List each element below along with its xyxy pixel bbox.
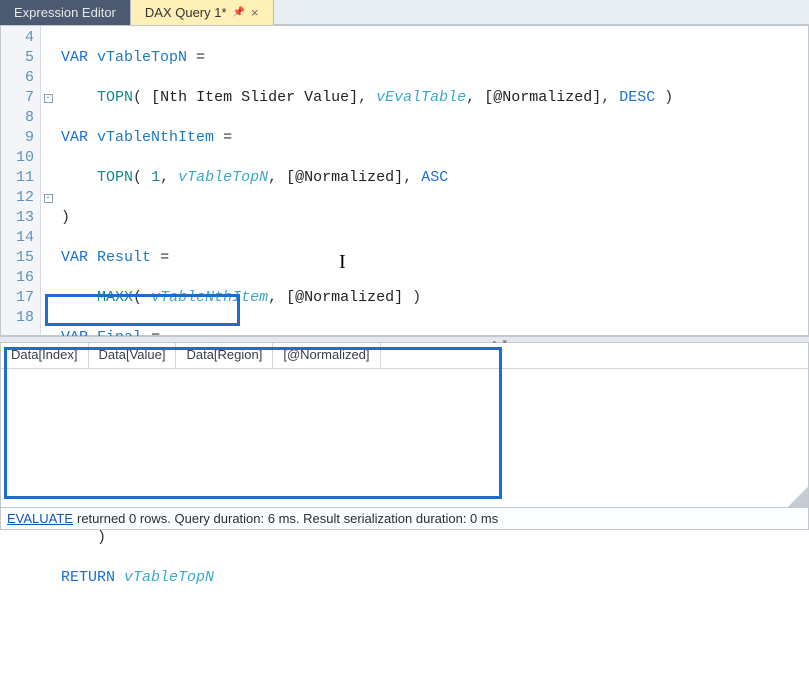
column-header[interactable]: [@Normalized] <box>273 343 380 368</box>
annotation-box <box>4 347 502 499</box>
column-header[interactable]: Data[Value] <box>89 343 177 368</box>
results-header-row: Data[Index] Data[Value] Data[Region] [@N… <box>1 343 808 369</box>
column-header[interactable]: Data[Index] <box>1 343 89 368</box>
code-editor[interactable]: 4567 891011 12131415 161718 - - VAR vTab… <box>0 26 809 336</box>
pin-icon[interactable]: 📌 <box>233 8 245 18</box>
text-caret-icon: I <box>339 252 346 272</box>
fold-toggle-icon[interactable]: - <box>44 194 53 203</box>
column-header[interactable]: Data[Region] <box>176 343 273 368</box>
tab-bar-spacer <box>274 0 809 25</box>
tab-dax-query[interactable]: DAX Query 1* 📌 × <box>131 0 274 25</box>
fold-column: - - <box>41 26 55 335</box>
line-number-gutter: 4567 891011 12131415 161718 <box>1 26 41 335</box>
results-panel: Data[Index] Data[Value] Data[Region] [@N… <box>0 343 809 508</box>
tab-expression-editor[interactable]: Expression Editor <box>0 0 131 25</box>
tab-bar: Expression Editor DAX Query 1* 📌 × <box>0 0 809 26</box>
resize-grip-icon[interactable] <box>788 487 808 507</box>
close-icon[interactable]: × <box>251 6 259 19</box>
code-area[interactable]: VAR vTableTopN = TOPN( [Nth Item Slider … <box>55 26 808 335</box>
horizontal-splitter[interactable]: ▪ ▾ <box>0 336 809 343</box>
tab-label: Expression Editor <box>14 5 116 20</box>
fold-toggle-icon[interactable]: - <box>44 94 53 103</box>
tab-label: DAX Query 1* <box>145 5 227 20</box>
